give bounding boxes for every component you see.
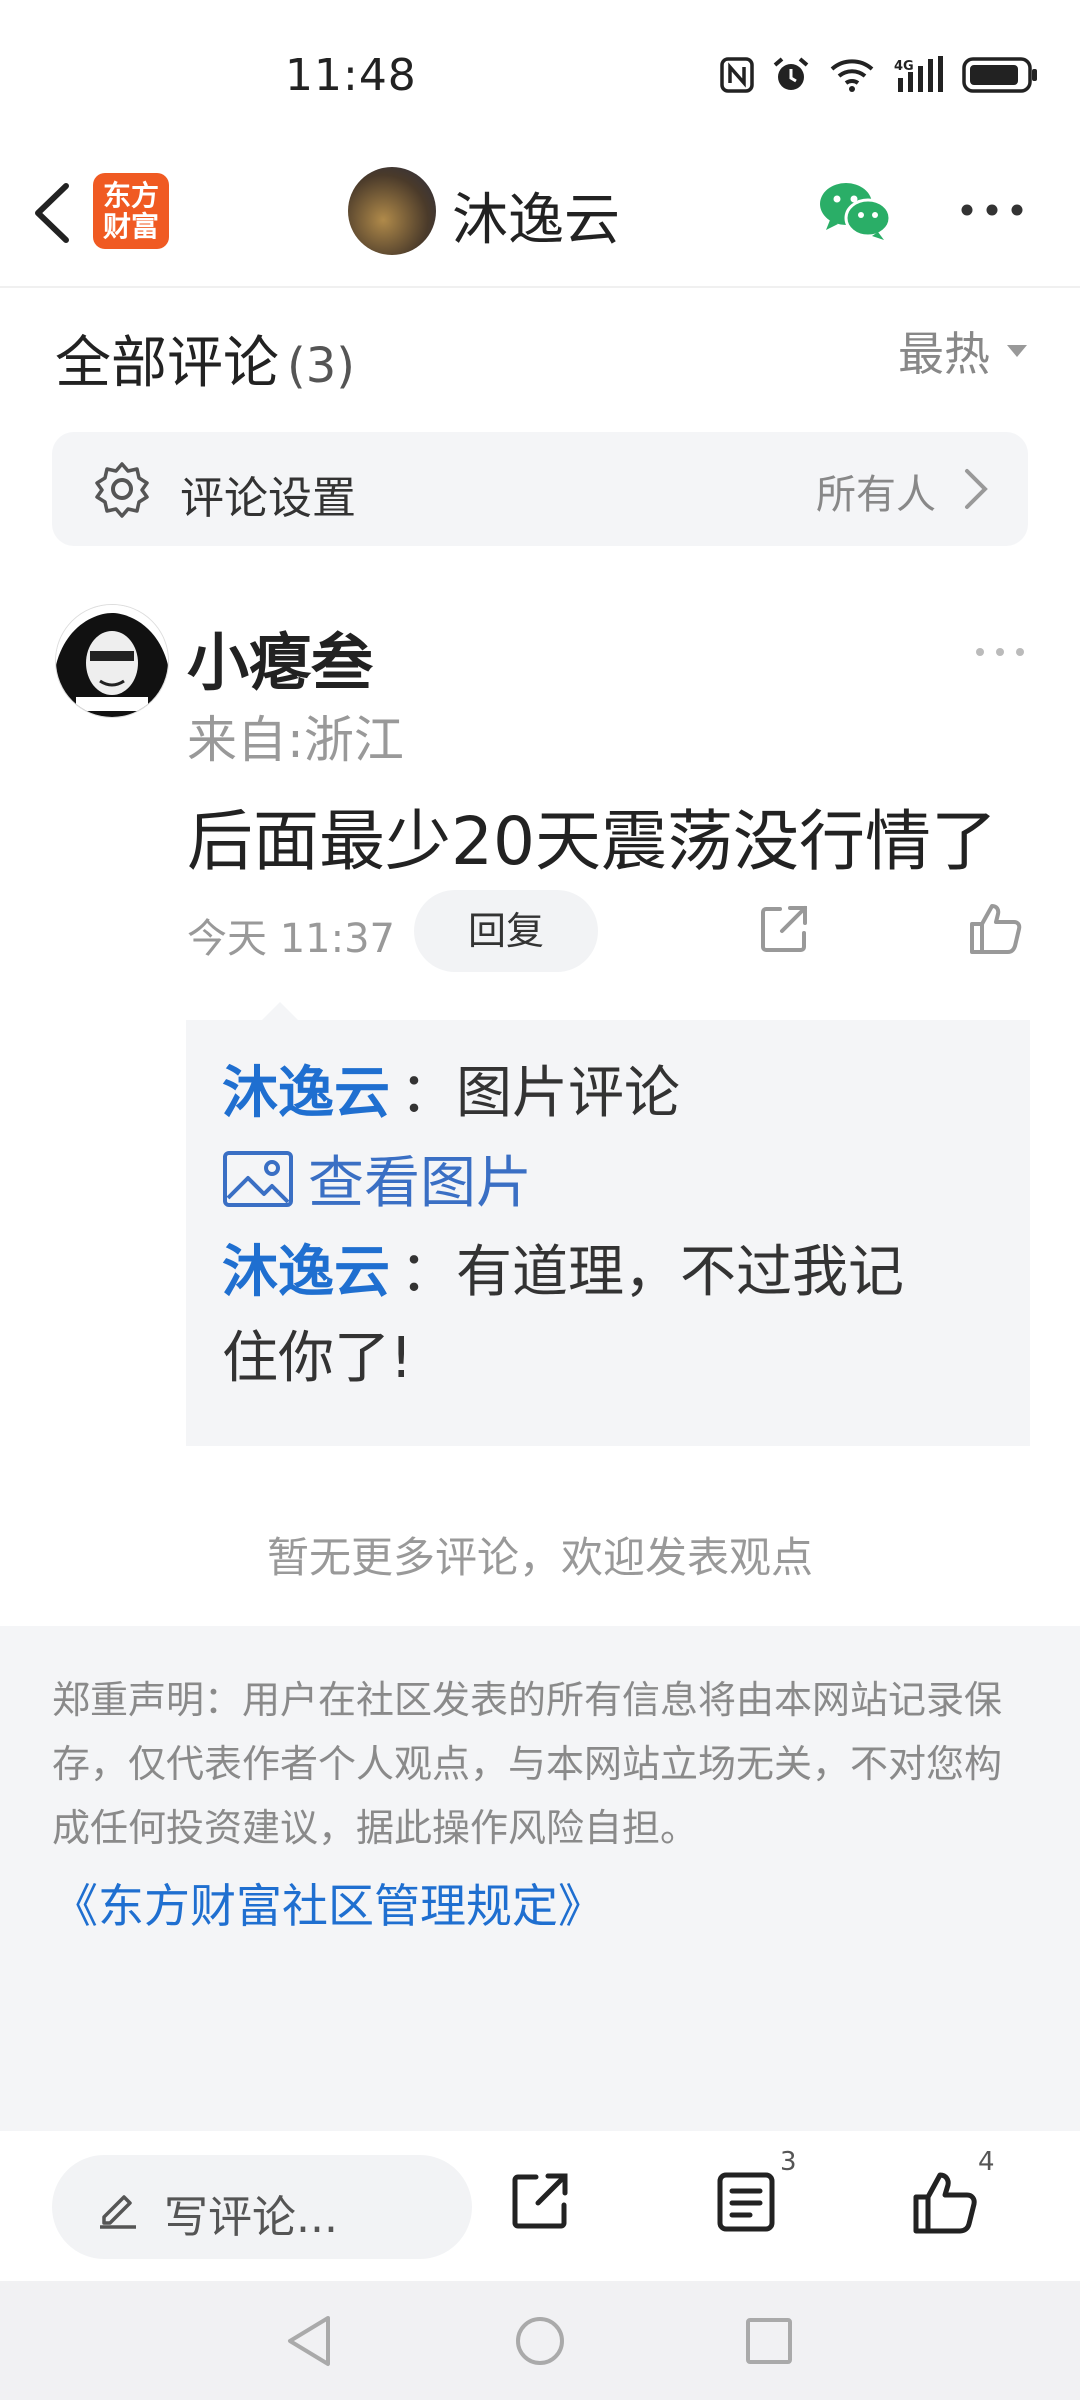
reply-item[interactable]: 沐逸云 ：图片评论 <box>222 1048 680 1129</box>
like-button[interactable]: 4 <box>912 2147 995 2239</box>
more-menu-button[interactable] <box>960 202 1024 221</box>
sort-label: 最热 <box>898 327 990 381</box>
caret-down-icon <box>1007 345 1027 357</box>
view-image-label: 查看图片 <box>308 1151 532 1216</box>
comment-settings-row[interactable]: 评论设置 所有人 <box>52 432 1028 546</box>
like-count-badge: 4 <box>978 2147 995 2177</box>
settings-value: 所有人 <box>816 472 936 518</box>
write-comment-placeholder: 写评论... <box>164 2192 338 2243</box>
comment-like-button[interactable] <box>968 900 1024 960</box>
app-logo[interactable]: 东方 财富 <box>93 173 169 249</box>
author-name[interactable]: 沐逸云 <box>452 175 620 256</box>
disclaimer-section: 郑重声明：用户在社区发表的所有信息将由本网站记录保存，仅代表作者个人观点，与本网… <box>0 1626 1080 2131</box>
view-image-link[interactable]: 查看图片 <box>222 1138 532 1219</box>
reply-username[interactable]: 沐逸云 <box>222 1061 390 1126</box>
reply-text: ：有道理，不过我记 <box>400 1240 904 1305</box>
more-icon <box>961 204 1023 216</box>
nav-recents-icon[interactable] <box>744 2314 794 2368</box>
community-rules-link[interactable]: 《东方财富社区管理规定》 <box>52 1870 604 1936</box>
replies-box: 沐逸云 ：图片评论 查看图片 沐逸云 ：有道理，不过我记 住你了! <box>186 1002 1030 1446</box>
reply-text: ：图片评论 <box>400 1061 680 1126</box>
reply-text-continued: 住你了! <box>222 1326 413 1391</box>
battery-icon <box>962 57 1037 93</box>
disclaimer-text: 郑重声明：用户在社区发表的所有信息将由本网站记录保存，仅代表作者个人观点，与本网… <box>52 1678 1003 1850</box>
system-navigation-bar <box>0 2281 1080 2400</box>
comments-header: 全部评论 (3) <box>55 318 355 399</box>
comments-count: (3) <box>287 338 355 394</box>
wechat-icon <box>820 183 892 240</box>
status-time: 11:48 <box>285 50 417 101</box>
pencil-icon <box>100 2195 136 2229</box>
image-icon <box>223 1150 293 1207</box>
like-icon <box>913 2172 977 2234</box>
reply-item[interactable]: 沐逸云 ：有道理，不过我记住你了! <box>222 1230 1012 1402</box>
comment-share-button[interactable] <box>758 903 810 959</box>
commenter-name[interactable]: 小瘪叁 <box>187 612 373 702</box>
share-button[interactable] <box>508 2169 572 2237</box>
commenter-location: 来自:浙江 <box>187 711 404 769</box>
comment-more-button[interactable] <box>975 642 1025 661</box>
comment-time: 今天 11:37 <box>187 916 395 962</box>
svg-text:4G: 4G <box>894 59 914 74</box>
share-icon <box>512 2173 568 2229</box>
status-icons: 4G <box>720 56 1040 94</box>
gear-icon <box>95 462 149 518</box>
back-icon <box>35 183 69 243</box>
comment-text: 后面最少20天震荡没行情了 <box>187 803 997 880</box>
reply-button[interactable]: 回复 <box>414 890 598 972</box>
like-icon <box>970 904 1022 954</box>
reply-username[interactable]: 沐逸云 <box>222 1240 390 1305</box>
status-bar: 11:48 4G <box>0 0 1080 150</box>
back-button[interactable] <box>28 180 74 250</box>
comments-count-badge: 3 <box>780 2147 797 2177</box>
nav-back-icon[interactable] <box>284 2314 334 2368</box>
nav-home-icon[interactable] <box>514 2314 566 2368</box>
comments-icon <box>717 2172 775 2232</box>
wifi-icon <box>830 59 874 92</box>
bottom-action-bar: 写评论... 3 4 <box>0 2131 1080 2281</box>
author-avatar[interactable] <box>348 167 436 255</box>
comments-title: 全部评论 <box>55 331 279 396</box>
more-icon <box>976 648 1024 656</box>
settings-label: 评论设置 <box>180 473 356 524</box>
comments-button[interactable]: 3 <box>716 2147 797 2237</box>
nfc-icon <box>720 57 754 93</box>
signal-icon: 4G <box>894 56 943 92</box>
top-nav-bar: 东方 财富 沐逸云 <box>0 150 1080 288</box>
write-comment-input[interactable]: 写评论... <box>52 2155 472 2259</box>
share-icon <box>761 906 807 952</box>
commenter-avatar[interactable] <box>55 604 169 718</box>
wechat-share-button[interactable] <box>818 180 892 246</box>
no-more-comments-text: 暂无更多评论，欢迎发表观点 <box>266 1533 813 1582</box>
sort-dropdown[interactable]: 最热 <box>898 318 1028 384</box>
chevron-right-icon <box>965 469 988 509</box>
alarm-icon <box>773 57 809 90</box>
